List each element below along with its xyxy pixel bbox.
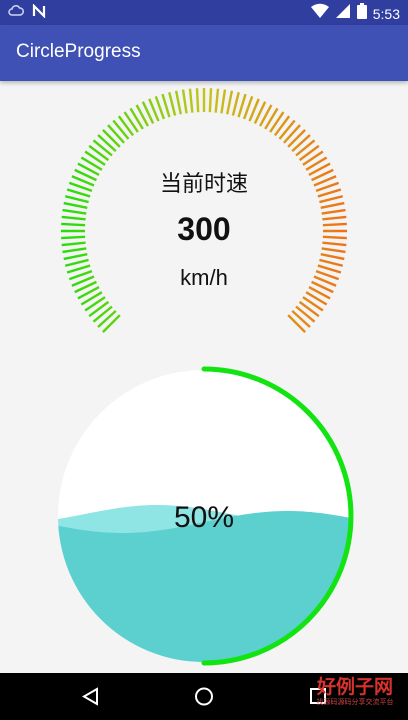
gauge-tick [298, 300, 320, 318]
gauge-tick [237, 93, 247, 118]
gauge-tick [195, 88, 200, 113]
gauge-tick [97, 134, 117, 152]
gauge-tick [168, 91, 177, 116]
gauge-tick [62, 247, 87, 254]
gauge-tick [97, 310, 117, 328]
gauge-tick [61, 235, 86, 240]
gauge-tick [278, 119, 296, 140]
progress-percent: 50% [174, 501, 234, 534]
cloud-icon [8, 4, 24, 23]
home-button[interactable] [195, 687, 213, 706]
gauge-tick [319, 195, 344, 204]
watermark-title: 好例子网 [316, 676, 393, 698]
gauge-unit: km/h [180, 265, 228, 290]
n-icon [32, 3, 46, 23]
battery-icon [356, 3, 367, 24]
gauge-tick [63, 201, 88, 209]
gauge-tick [322, 215, 347, 221]
status-time: 5:53 [372, 5, 400, 22]
gauge-tick [322, 222, 347, 227]
gauge-tick [112, 119, 130, 140]
gauge-tick [64, 195, 89, 204]
gauge-tick [291, 134, 311, 152]
gauge-tick [66, 264, 91, 274]
gauge-tick [174, 90, 182, 115]
gauge-tick [88, 300, 110, 318]
gauge-tick [295, 139, 316, 157]
back-button[interactable] [81, 687, 98, 706]
gauge-tick [287, 314, 306, 333]
gauge-tick [231, 91, 240, 116]
gauge-tick [181, 89, 188, 114]
gauge-tick [283, 124, 301, 144]
gauge-tick [298, 144, 320, 162]
gauge-tick [102, 129, 121, 148]
gauge-tick [117, 115, 135, 137]
watermark: 好例子网 找源码源码分享交流平台 [308, 676, 402, 716]
wave-progress: 50% [58, 366, 354, 666]
gauge-tick [317, 188, 342, 198]
gauge-tick [61, 215, 86, 221]
gauge-tick [208, 88, 213, 113]
gauge-tick [226, 90, 234, 115]
wave-front [58, 511, 350, 662]
gauge-tick [320, 253, 345, 261]
gauge-tick [317, 264, 342, 274]
gauge-tick [287, 129, 306, 148]
gauge-tick [102, 314, 121, 333]
gauge-tick [61, 222, 86, 227]
app-title: CircleProgress [16, 41, 141, 62]
gauge-tick [92, 305, 113, 323]
gauge-tick [62, 208, 87, 215]
status-bar: 5:53 [0, 0, 408, 25]
watermark-subtitle: 找源码源码分享交流平台 [316, 699, 394, 706]
signal-icon [335, 3, 351, 24]
gauge-tick [66, 188, 91, 198]
gauge-tick [92, 139, 113, 157]
app-bar: CircleProgress [0, 25, 408, 81]
wifi-icon [310, 3, 329, 24]
gauge-tick [295, 305, 316, 323]
gauge-tick [214, 88, 220, 113]
gauge-tick [321, 208, 346, 215]
gauge-label: 当前时速 [159, 171, 248, 196]
gauge-tick [161, 93, 171, 118]
gauge-tick [220, 89, 227, 114]
gauge-tick [64, 258, 89, 267]
gauge-tick [319, 258, 344, 267]
gauge-tick [88, 144, 110, 162]
gauge-value: 300 [177, 211, 231, 247]
gauge-tick [291, 310, 311, 328]
gauge-tick [322, 241, 347, 247]
gauge-tick [63, 253, 88, 261]
gauge-tick [321, 247, 346, 254]
gauge-tick [107, 124, 125, 144]
nav-bar: 好例子网 找源码源码分享交流平台 [0, 673, 408, 720]
gauge-tick [61, 241, 86, 247]
gauge-tick [322, 235, 347, 240]
gauge-tick [320, 201, 345, 209]
gauge-tick [273, 115, 291, 137]
gauge-tick [188, 88, 194, 113]
content-area: 当前时速 300 km/h 50% [0, 81, 408, 673]
